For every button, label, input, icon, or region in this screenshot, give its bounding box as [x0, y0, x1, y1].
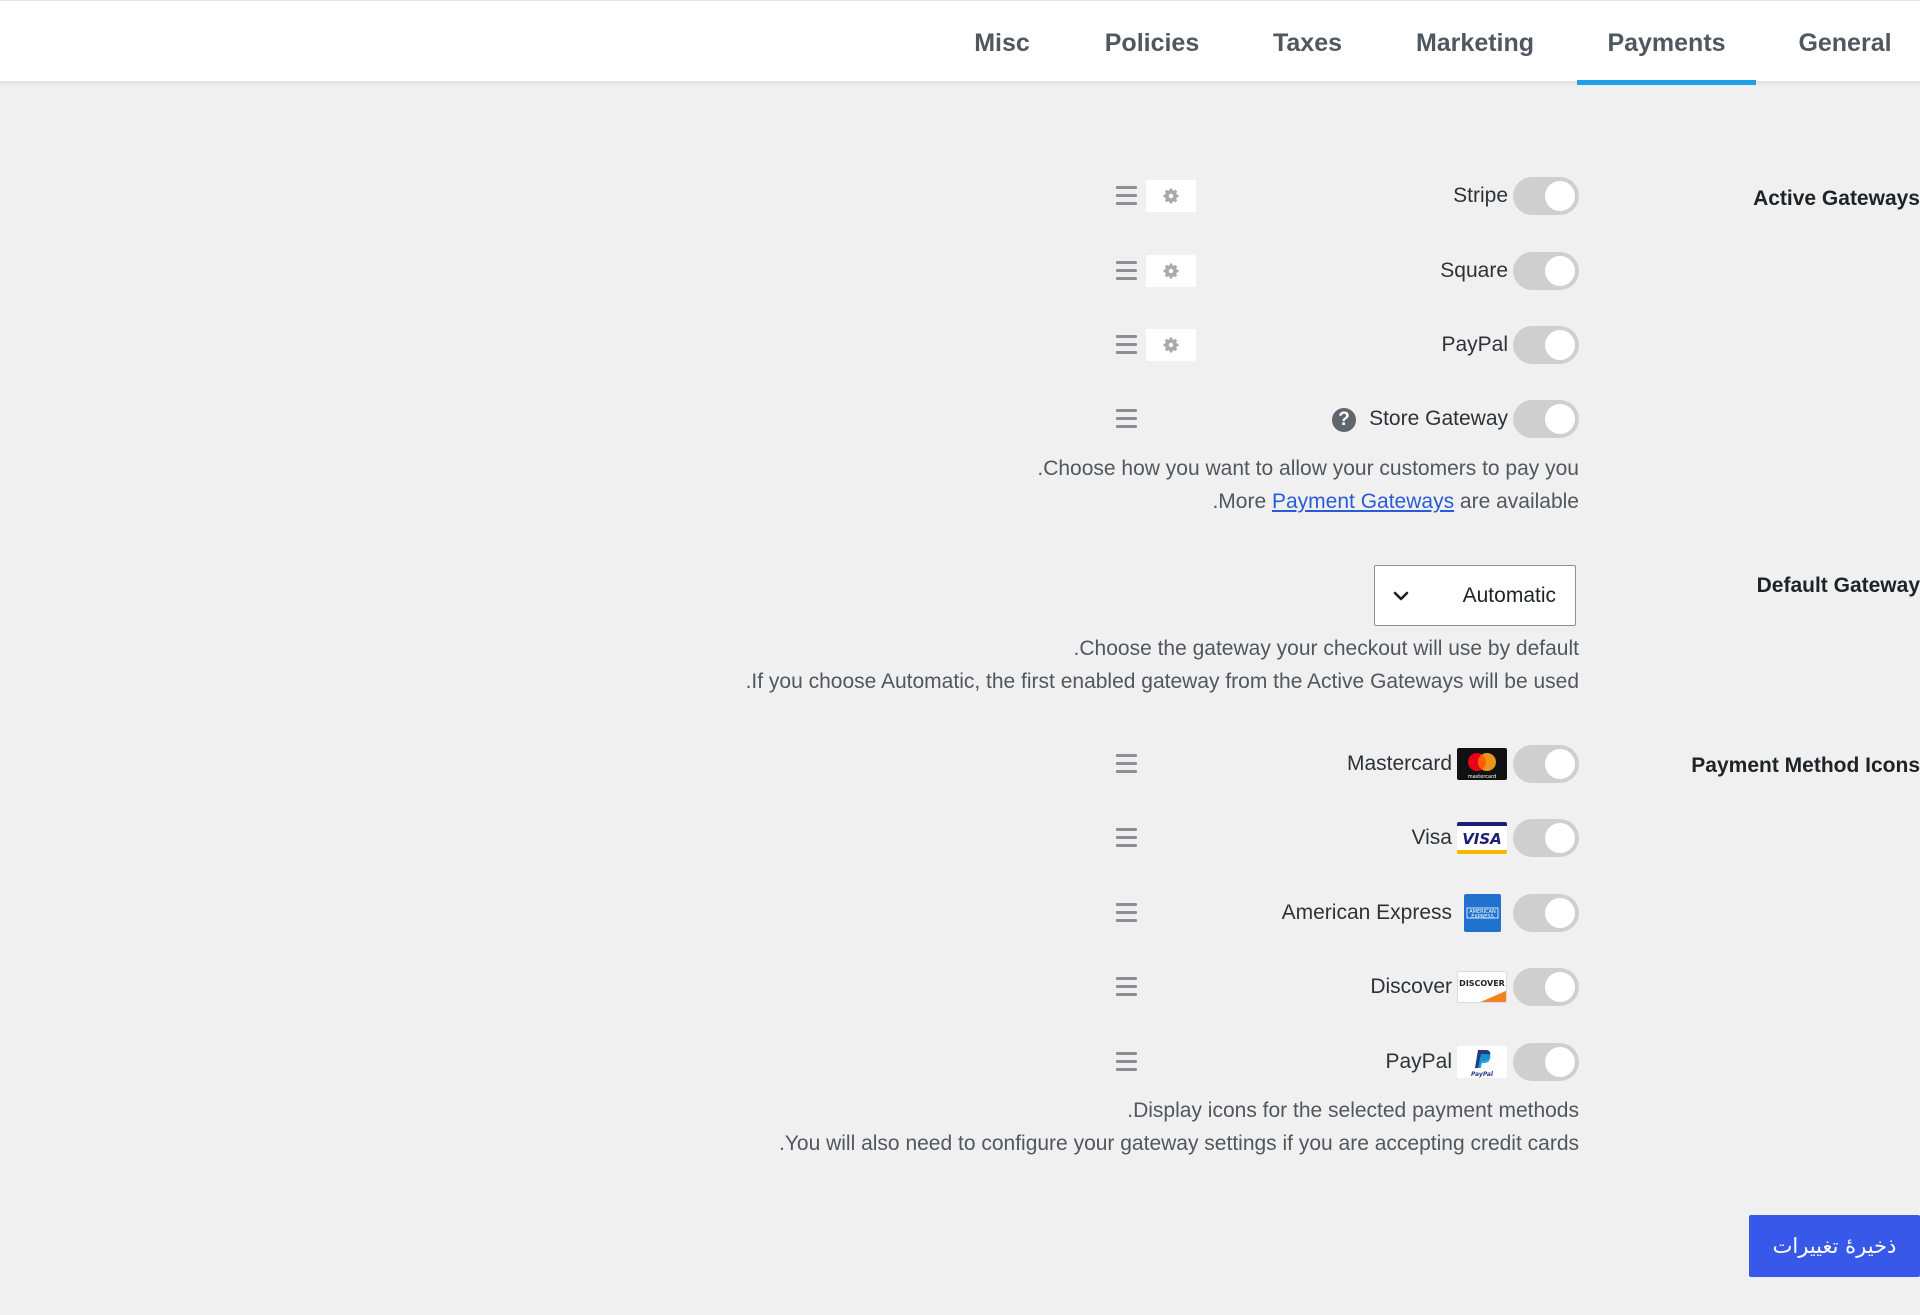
visa-icon: VISA	[1457, 822, 1507, 854]
gateway-settings-button[interactable]	[1146, 180, 1196, 212]
select-value: Automatic	[1462, 584, 1556, 607]
amex-text-2: EXPRESS	[1471, 914, 1494, 920]
payment-icons-note: .You will also need to configure your ga…	[778, 1132, 1579, 1155]
tab-general[interactable]: General	[1790, 1, 1900, 85]
toggle-knob	[1545, 404, 1575, 434]
tab-marketing[interactable]: Marketing	[1406, 1, 1544, 85]
available-text: are available	[1454, 490, 1579, 513]
default-gateway-heading: Default Gateway	[1756, 574, 1920, 597]
payment-icon-toggle-amex[interactable]	[1513, 894, 1579, 932]
drag-handle-icon[interactable]	[1116, 261, 1137, 281]
payment-method-label: PayPal	[1385, 1050, 1452, 1073]
gateway-label: Square	[1440, 259, 1508, 282]
gateway-label: PayPal	[1441, 333, 1508, 356]
tab-taxes[interactable]: Taxes	[1262, 1, 1353, 85]
active-gateways-more-line: .More Payment Gateways are available	[1212, 486, 1579, 518]
payment-icon-toggle-paypal[interactable]	[1513, 1043, 1579, 1081]
payment-icon-row-amex: American Express AMERICAN EXPRESS	[0, 894, 1920, 938]
chevron-down-icon	[1393, 591, 1409, 601]
help-icon[interactable]: ?	[1332, 408, 1356, 432]
drag-handle-icon[interactable]	[1116, 335, 1137, 355]
gateway-row-paypal: PayPal	[0, 326, 1920, 370]
tab-misc[interactable]: Misc	[961, 1, 1043, 85]
gateway-toggle-paypal[interactable]	[1513, 326, 1579, 364]
gateway-label: Stripe	[1453, 184, 1508, 207]
paypal-text: PayPal	[1471, 1071, 1494, 1078]
more-text: .More	[1212, 490, 1272, 513]
default-gateway-description: .Choose the gateway your checkout will u…	[1073, 637, 1579, 660]
gateway-label: Store Gateway	[1369, 407, 1508, 430]
gateway-toggle-stripe[interactable]	[1513, 177, 1579, 215]
payment-icon-toggle-visa[interactable]	[1513, 819, 1579, 857]
paypal-icon: PayPal	[1457, 1046, 1507, 1078]
toggle-knob	[1545, 898, 1575, 928]
gear-icon	[1163, 188, 1179, 204]
mastercard-icon: mastercard	[1457, 748, 1507, 780]
settings-tab-bar: Misc Policies Taxes Marketing Payments G…	[0, 0, 1920, 85]
drag-handle-icon[interactable]	[1116, 409, 1137, 429]
gateway-toggle-square[interactable]	[1513, 252, 1579, 290]
visa-text: VISA	[1462, 830, 1502, 848]
tab-policies[interactable]: Policies	[1094, 1, 1210, 85]
gateway-settings-button[interactable]	[1146, 329, 1196, 361]
drag-handle-icon[interactable]	[1116, 903, 1137, 923]
toggle-knob	[1545, 330, 1575, 360]
toggle-knob	[1545, 181, 1575, 211]
amex-icon: AMERICAN EXPRESS	[1464, 894, 1501, 932]
gear-icon	[1163, 263, 1179, 279]
drag-handle-icon[interactable]	[1116, 186, 1137, 206]
toggle-knob	[1545, 749, 1575, 779]
payment-icon-row-visa: Visa VISA	[0, 819, 1920, 863]
discover-icon: DISCOVER	[1457, 971, 1507, 1003]
save-changes-button[interactable]: ذخیرهٔ تغییرات	[1749, 1215, 1920, 1277]
gateway-row-square: Square	[0, 252, 1920, 296]
payment-icon-row-discover: Discover DISCOVER	[0, 968, 1920, 1012]
payment-icons-description: .Display icons for the selected payment …	[1127, 1099, 1579, 1122]
gateway-row-store: ? Store Gateway	[0, 400, 1920, 444]
mastercard-text: mastercard	[1468, 774, 1496, 780]
payment-icon-toggle-discover[interactable]	[1513, 968, 1579, 1006]
gateway-settings-button[interactable]	[1146, 255, 1196, 287]
payment-icon-row-mastercard: Mastercard mastercard	[0, 745, 1920, 789]
toggle-knob	[1545, 823, 1575, 853]
payment-method-label: American Express	[1281, 901, 1452, 924]
payment-method-label: Visa	[1411, 826, 1452, 849]
toggle-knob	[1545, 972, 1575, 1002]
drag-handle-icon[interactable]	[1116, 754, 1137, 774]
default-gateway-select[interactable]: Automatic	[1374, 565, 1576, 626]
payment-icon-row-paypal: PayPal PayPal	[0, 1043, 1920, 1087]
toggle-knob	[1545, 256, 1575, 286]
payment-method-label: Discover	[1370, 975, 1452, 998]
payment-icon-toggle-mastercard[interactable]	[1513, 745, 1579, 783]
drag-handle-icon[interactable]	[1116, 977, 1137, 997]
gateway-row-stripe: Stripe	[0, 177, 1920, 221]
drag-handle-icon[interactable]	[1116, 1052, 1137, 1072]
payment-gateways-link[interactable]: Payment Gateways	[1272, 490, 1454, 513]
tab-payments[interactable]: Payments	[1577, 1, 1756, 85]
drag-handle-icon[interactable]	[1116, 828, 1137, 848]
toggle-knob	[1545, 1047, 1575, 1077]
default-gateway-note: .If you choose Automatic, the first enab…	[745, 670, 1579, 693]
discover-text: DISCOVER	[1459, 979, 1505, 988]
gateway-toggle-store[interactable]	[1513, 400, 1579, 438]
active-gateways-description: .Choose how you want to allow your custo…	[1037, 457, 1579, 480]
gear-icon	[1163, 337, 1179, 353]
payment-method-label: Mastercard	[1346, 752, 1452, 775]
